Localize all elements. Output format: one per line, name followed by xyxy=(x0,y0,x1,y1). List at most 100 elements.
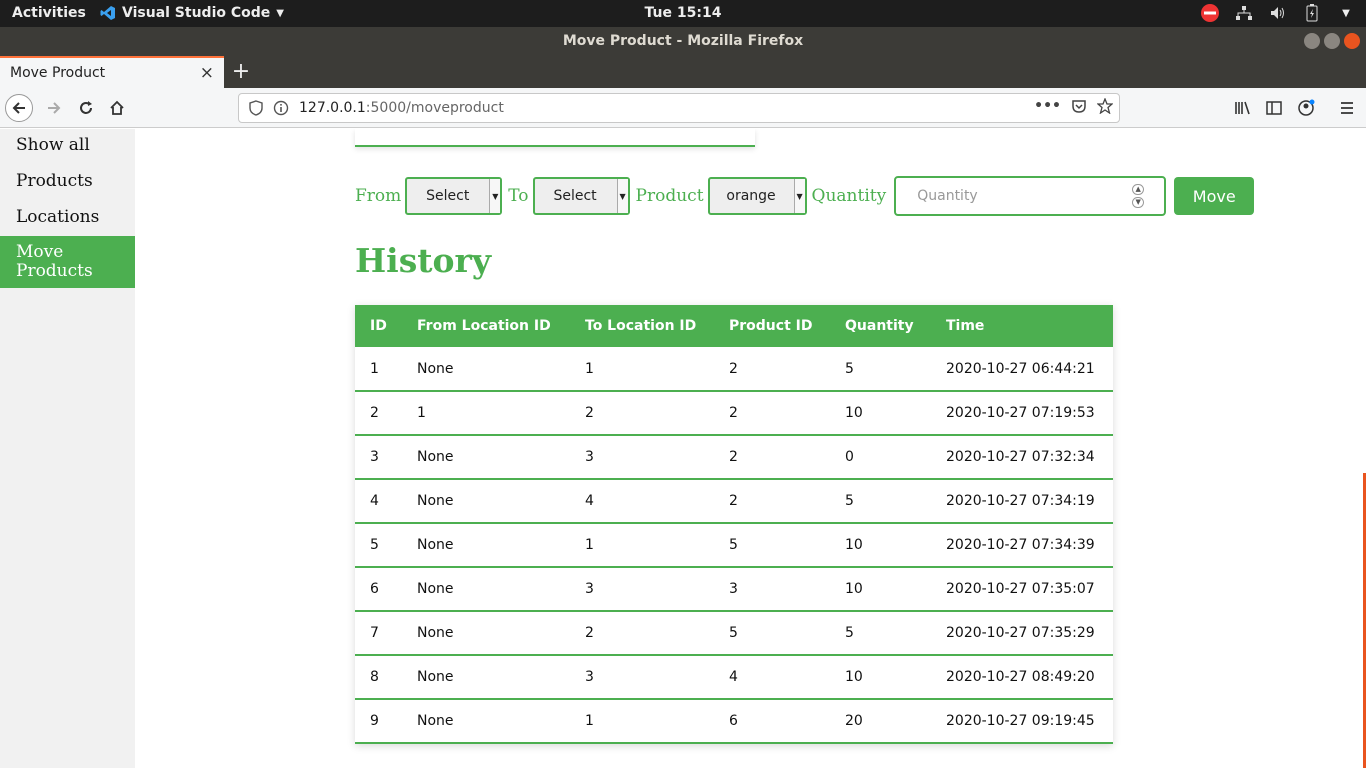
sidebar-item-products[interactable]: Products xyxy=(0,161,135,197)
product-select[interactable]: orange ▼ xyxy=(707,177,807,215)
maximize-button[interactable] xyxy=(1324,33,1340,49)
table-cell: 2020-10-27 07:19:53 xyxy=(931,391,1113,436)
table-row: 1 None 1 2 5 2020-10-27 06:44:21 xyxy=(355,347,1113,392)
sidebar-item-move-products[interactable]: Move Products xyxy=(0,236,135,288)
table-cell: 4 xyxy=(714,655,830,700)
table-cell: 2 xyxy=(714,479,830,524)
table-cell: 5 xyxy=(830,479,931,524)
table-cell: 5 xyxy=(355,523,402,568)
move-product-form: From Select ▼ To Select ▼ Product orange… xyxy=(355,176,1255,216)
sidebar-nav: Show all Products Locations Move Product… xyxy=(0,129,135,768)
quantity-input[interactable]: Quantity ▲ ▼ xyxy=(894,176,1167,216)
table-row: 4 None 4 2 5 2020-10-27 07:34:19 xyxy=(355,479,1113,524)
table-cell: 3 xyxy=(570,567,714,612)
url-text[interactable]: 127.0.0.1:5000/moveproduct xyxy=(299,100,504,116)
shield-icon[interactable] xyxy=(249,100,263,120)
table-cell: 3 xyxy=(714,567,830,612)
account-icon xyxy=(1298,99,1315,116)
activities-button[interactable]: Activities xyxy=(12,5,86,21)
new-tab-button[interactable]: + xyxy=(230,59,252,84)
column-header: Product ID xyxy=(729,318,813,334)
sidebar-item-show-all[interactable]: Show all xyxy=(0,129,135,161)
system-menu-chevron-icon[interactable]: ▼ xyxy=(1336,3,1356,23)
column-header: Quantity xyxy=(845,318,914,334)
product-label: Product xyxy=(635,186,704,206)
url-path: :5000/moveproduct xyxy=(365,100,504,116)
do-not-disturb-icon[interactable] xyxy=(1200,3,1220,23)
reload-button[interactable] xyxy=(72,94,100,122)
system-tray[interactable]: ▼ xyxy=(1200,3,1356,23)
battery-icon[interactable] xyxy=(1302,3,1322,23)
library-button[interactable] xyxy=(1229,94,1257,122)
home-button[interactable] xyxy=(103,94,131,122)
volume-icon[interactable] xyxy=(1268,3,1288,23)
sidebar-toggle-button[interactable] xyxy=(1260,94,1288,122)
sidebar-item-locations[interactable]: Locations xyxy=(0,197,135,233)
app-name: Visual Studio Code xyxy=(122,5,271,21)
table-cell: 2 xyxy=(570,391,714,436)
chevron-down-icon: ▼ xyxy=(276,7,284,19)
from-select-value: Select xyxy=(426,188,470,204)
home-icon xyxy=(110,100,124,115)
to-select-value: Select xyxy=(553,188,597,204)
table-cell: 6 xyxy=(355,567,402,612)
column-header: To Location ID xyxy=(585,318,697,334)
forward-button[interactable] xyxy=(40,94,68,122)
close-window-button[interactable] xyxy=(1344,33,1360,49)
table-cell: 3 xyxy=(570,655,714,700)
dropdown-arrow-icon: ▼ xyxy=(489,179,501,213)
menu-button[interactable] xyxy=(1333,94,1361,122)
bookmark-star-icon[interactable] xyxy=(1096,97,1114,118)
table-body: 1 None 1 2 5 2020-10-27 06:44:21 2 1 2 2 10 2020-10… xyxy=(355,347,1113,744)
pocket-icon[interactable] xyxy=(1071,98,1087,118)
info-icon[interactable] xyxy=(273,100,289,120)
stepper-up-icon[interactable]: ▲ xyxy=(1132,184,1145,195)
table-cell: 0 xyxy=(830,435,931,480)
quantity-stepper[interactable]: ▲ ▼ xyxy=(1132,184,1145,208)
stepper-down-icon[interactable]: ▼ xyxy=(1132,197,1145,208)
table-cell: None xyxy=(402,435,570,480)
table-cell: 10 xyxy=(830,567,931,612)
history-heading: History xyxy=(355,241,492,280)
table-cell: 4 xyxy=(570,479,714,524)
tab-strip: Move Product × + xyxy=(0,56,1366,88)
table-cell: None xyxy=(402,347,570,392)
table-cell: 1 xyxy=(570,699,714,744)
table-cell: 10 xyxy=(830,655,931,700)
reload-icon xyxy=(80,101,92,114)
table-row: 9 None 1 6 20 2020-10-27 09:19:45 xyxy=(355,699,1113,744)
table-row: 5 None 1 5 10 2020-10-27 07:34:39 xyxy=(355,523,1113,568)
table-row: 3 None 3 2 0 2020-10-27 07:32:34 xyxy=(355,435,1113,480)
tab-move-product[interactable]: Move Product × xyxy=(0,56,224,88)
url-bar[interactable]: 127.0.0.1:5000/moveproduct ••• xyxy=(238,93,1120,123)
table-cell: 2 xyxy=(355,391,402,436)
table-cell: 2 xyxy=(714,435,830,480)
table-row: 6 None 3 3 10 2020-10-27 07:35:07 xyxy=(355,567,1113,612)
close-tab-icon[interactable]: × xyxy=(200,63,214,83)
table-cell: 5 xyxy=(830,347,931,392)
account-button[interactable] xyxy=(1292,94,1320,122)
minimize-button[interactable] xyxy=(1304,33,1320,49)
table-cell: None xyxy=(402,523,570,568)
to-location-select[interactable]: Select ▼ xyxy=(532,177,630,215)
column-header: ID xyxy=(370,318,387,334)
page-actions-icon[interactable]: ••• xyxy=(1034,98,1061,118)
table-cell: 2020-10-27 07:35:07 xyxy=(931,567,1113,612)
arrow-left-icon xyxy=(12,102,25,114)
table-header-row: ID From Location ID To Location ID Product … xyxy=(355,305,1113,347)
table-cell: 2020-10-27 06:44:21 xyxy=(931,347,1113,392)
tab-title: Move Product xyxy=(10,65,106,81)
window-title: Move Product - Mozilla Firefox xyxy=(562,33,804,49)
quantity-placeholder: Quantity xyxy=(917,188,978,204)
product-select-value: orange xyxy=(726,188,776,204)
move-button[interactable]: Move xyxy=(1174,177,1255,215)
back-button[interactable] xyxy=(5,94,33,122)
table-row: 2 1 2 2 10 2020-10-27 07:19:53 xyxy=(355,391,1113,436)
table-cell: 1 xyxy=(355,347,402,392)
column-header: From Location ID xyxy=(417,318,551,334)
history-table: ID From Location ID To Location ID Product … xyxy=(355,305,1113,744)
from-location-select[interactable]: Select ▼ xyxy=(405,177,503,215)
app-menu[interactable]: Visual Studio Code ▼ xyxy=(100,5,284,21)
table-cell: 1 xyxy=(570,523,714,568)
network-icon[interactable] xyxy=(1234,3,1254,23)
